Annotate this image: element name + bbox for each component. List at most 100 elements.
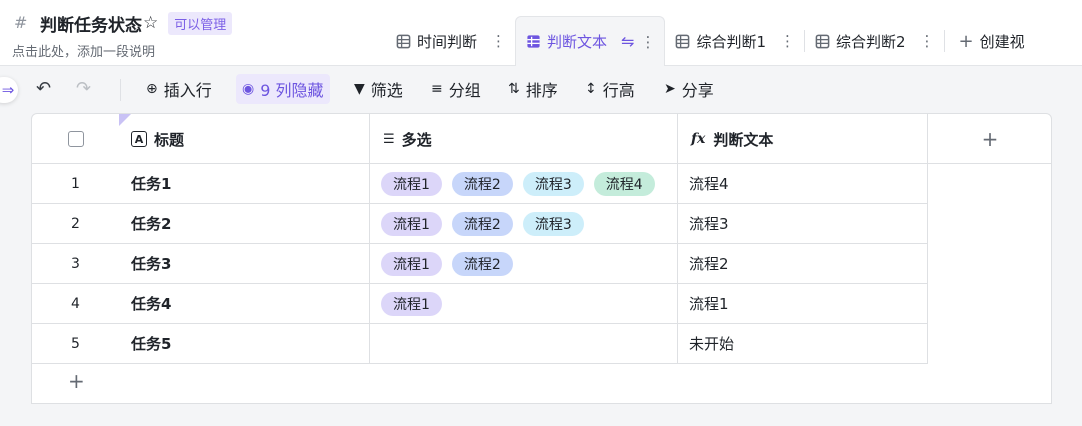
row-number: 4	[71, 295, 80, 312]
formula-icon: fx	[691, 131, 706, 147]
filter-button[interactable]: ▼ 筛选	[348, 74, 409, 104]
view-tabs: 时间判断 ⋮ 判断文本 ⇋ ⋮ 综合判断1 ⋮ 综合判断2 ⋮ + 创建视	[386, 16, 1025, 66]
group-button[interactable]: ≡ 分组	[425, 74, 487, 104]
multi-select-cell[interactable]: 流程1	[381, 284, 452, 323]
text-field-icon: A	[131, 131, 147, 147]
option-tag: 流程1	[381, 171, 442, 196]
tab-view-3[interactable]: 综合判断1 ⋮	[665, 16, 804, 66]
sort-icon: ⇅	[508, 81, 520, 97]
table-hash-icon: #	[14, 13, 28, 32]
option-tag: 流程4	[593, 171, 655, 196]
table-description[interactable]: 点击此处，添加一段说明	[12, 41, 155, 60]
star-icon[interactable]: ☆	[143, 14, 158, 32]
option-tag: 流程2	[451, 211, 513, 236]
table-title[interactable]: 判断任务状态	[40, 11, 142, 36]
tab-label: 综合判断1	[696, 32, 766, 51]
more-icon[interactable]: ⋮	[640, 33, 655, 51]
option-tag: 流程1	[381, 211, 442, 236]
title-cell[interactable]: 任务1	[131, 164, 171, 203]
row-number: 3	[71, 255, 80, 272]
select-all-checkbox[interactable]	[67, 131, 84, 147]
table-row[interactable]: 2 任务2 流程1 流程2 流程3 流程3	[32, 204, 927, 244]
table-row[interactable]: 3 任务3 流程1 流程2 流程2	[32, 244, 927, 284]
multi-select-cell[interactable]: 流程1 流程2 流程3	[381, 204, 594, 243]
tab-view-1[interactable]: 时间判断 ⋮	[386, 16, 515, 66]
title-cell[interactable]: 任务4	[131, 284, 171, 323]
multi-select-cell[interactable]: 流程1 流程2	[381, 244, 523, 283]
tab-label: 时间判断	[417, 32, 478, 51]
eye-icon: ◉	[242, 81, 255, 97]
formula-cell[interactable]: 流程2	[689, 244, 729, 283]
select-all-cell	[32, 114, 119, 164]
plus-circle-icon: ⊕	[146, 81, 158, 97]
table-row[interactable]: 1 任务1 流程1 流程2 流程3 流程4 流程4	[32, 164, 927, 204]
header-bar: # 判断任务状态 ☆ 可以管理 点击此处，添加一段说明 时间判断 ⋮ 判断文本 …	[0, 0, 1082, 66]
grid-view-icon	[527, 35, 540, 48]
row-height-label: 行高	[602, 81, 635, 100]
tab-view-2[interactable]: 判断文本 ⇋ ⋮	[515, 16, 666, 66]
plus-icon: +	[981, 127, 999, 151]
create-view-button[interactable]: + 创建视	[945, 16, 1025, 66]
option-tag: 流程3	[522, 211, 584, 236]
grid-view-icon	[676, 34, 690, 48]
more-icon[interactable]: ⋮	[920, 32, 935, 50]
title-row: # 判断任务状态 ☆ 可以管理	[14, 10, 233, 36]
option-tag: 流程2	[451, 251, 513, 276]
formula-cell[interactable]: 未开始	[689, 324, 734, 363]
multi-select-cell[interactable]: 流程1 流程2 流程3 流程4	[381, 164, 665, 203]
formula-cell[interactable]: 流程1	[689, 284, 729, 323]
tab-label: 综合判断2	[835, 32, 906, 51]
header-row: A 标题 ☰ 多选 fx 判断文本 +	[32, 114, 1051, 164]
column-formula-label: 判断文本	[713, 130, 774, 149]
create-view-label: 创建视	[979, 32, 1025, 51]
row-height-button[interactable]: ↕ 行高	[579, 74, 641, 104]
swap-icon[interactable]: ⇋	[621, 32, 634, 51]
share-icon: ➤	[664, 81, 676, 97]
title-cell[interactable]: 任务3	[131, 244, 171, 283]
column-title-label: 标题	[154, 130, 185, 149]
share-label: 分享	[681, 81, 714, 100]
undo-icon[interactable]: ↶	[36, 78, 51, 99]
share-button[interactable]: ➤ 分享	[658, 74, 720, 104]
redo-icon[interactable]: ↷	[76, 78, 91, 99]
filter-label: 筛选	[370, 81, 403, 100]
formula-cell[interactable]: 流程3	[689, 204, 729, 243]
option-tag: 流程2	[451, 171, 513, 196]
option-tag: 流程3	[522, 171, 584, 196]
add-row-button[interactable]: +	[68, 369, 85, 393]
grid-view-icon	[396, 34, 411, 48]
filter-icon: ▼	[354, 81, 365, 97]
column-divider	[927, 114, 928, 364]
expand-arrow-icon: ⇒	[1, 81, 15, 99]
sort-button[interactable]: ⇅ 排序	[502, 74, 564, 104]
formula-cell[interactable]: 流程4	[689, 164, 729, 203]
insert-row-button[interactable]: ⊕ 插入行	[140, 74, 218, 104]
add-column-button[interactable]: +	[927, 114, 1051, 164]
group-icon: ≡	[431, 81, 443, 97]
column-header-title[interactable]: A 标题	[131, 114, 184, 164]
row-height-icon: ↕	[585, 81, 597, 97]
column-header-multi[interactable]: ☰ 多选	[383, 114, 432, 164]
hidden-columns-label: 9 列隐藏	[260, 81, 324, 100]
tab-label: 判断文本	[547, 33, 608, 51]
data-grid: A 标题 ☰ 多选 fx 判断文本 + 1 任务1 流程1 流程2 流程3 流程…	[31, 113, 1052, 404]
plus-icon: +	[68, 369, 85, 393]
hidden-columns-button[interactable]: ◉ 9 列隐藏	[236, 74, 330, 104]
sidebar-toggle-button[interactable]: ⇒	[0, 77, 18, 103]
toolbar: ⇒ ↶ ↷ ⊕ 插入行 ◉ 9 列隐藏 ▼ 筛选 ≡ 分组 ⇅ 排序 ↕ 行高 …	[0, 66, 1082, 112]
option-tag: 流程1	[381, 291, 442, 316]
table-row[interactable]: 5 任务5 未开始	[32, 324, 927, 364]
plus-icon: +	[958, 30, 974, 52]
more-icon[interactable]: ⋮	[491, 32, 506, 50]
title-cell[interactable]: 任务2	[131, 204, 171, 243]
more-icon[interactable]: ⋮	[780, 32, 795, 50]
row-number: 5	[71, 335, 80, 352]
table-row[interactable]: 4 任务4 流程1 流程1	[32, 284, 927, 324]
title-cell[interactable]: 任务5	[131, 324, 171, 363]
multi-select-icon: ☰	[383, 131, 395, 147]
column-header-formula[interactable]: fx 判断文本	[691, 114, 773, 164]
row-number: 2	[71, 215, 80, 232]
tab-view-4[interactable]: 综合判断2 ⋮	[805, 16, 944, 66]
permission-badge[interactable]: 可以管理	[168, 11, 233, 35]
toolbar-divider	[120, 79, 121, 101]
